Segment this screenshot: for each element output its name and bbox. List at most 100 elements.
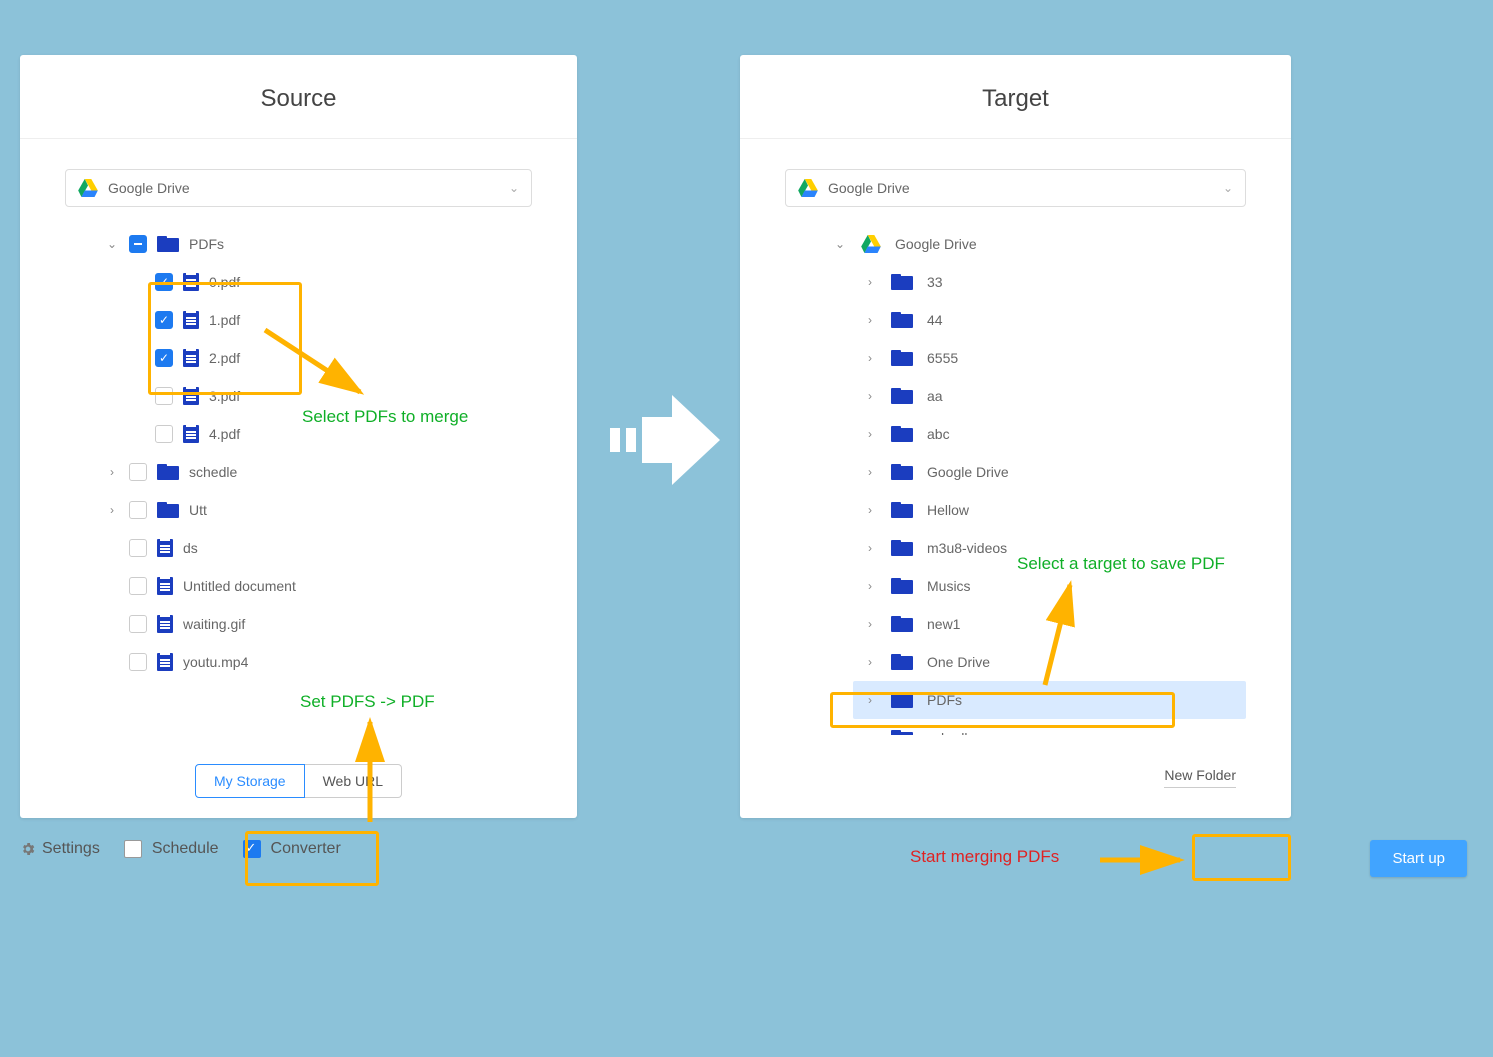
- file-icon: [183, 273, 199, 291]
- chevron-right-icon[interactable]: ›: [863, 541, 877, 555]
- folder-label: 44: [927, 312, 943, 328]
- tree-folder[interactable]: ›Hellow: [853, 491, 1246, 529]
- target-panel: Target Google Drive ⌄ ⌄ Google Drive ›33…: [740, 55, 1291, 818]
- annotation-arrow-icon: [1095, 845, 1190, 875]
- tree-folder[interactable]: › One Drive: [853, 643, 1246, 681]
- tree-root[interactable]: ⌄ Google Drive: [823, 225, 1246, 263]
- tree-folder[interactable]: ›aa: [853, 377, 1246, 415]
- new-folder-link[interactable]: New Folder: [1164, 767, 1236, 788]
- checkbox[interactable]: [129, 539, 147, 557]
- chevron-right-icon[interactable]: ›: [863, 579, 877, 593]
- chevron-down-icon[interactable]: ⌄: [833, 237, 847, 251]
- tree-folder-pdfs[interactable]: ⌄ PDFs: [105, 225, 532, 263]
- target-tree: ⌄ Google Drive ›33›44›6555›aa›abc›Google…: [785, 225, 1246, 735]
- checkbox[interactable]: ✓: [155, 349, 173, 367]
- checkbox[interactable]: [155, 387, 173, 405]
- folder-label: schedle: [189, 464, 237, 480]
- tree-folder[interactable]: › PDFs: [853, 681, 1246, 719]
- converter-label: Converter: [271, 840, 341, 858]
- checkbox[interactable]: ✓: [155, 311, 173, 329]
- folder-icon: [891, 388, 913, 404]
- folder-label: One Drive: [927, 654, 990, 670]
- file-icon: [157, 615, 173, 633]
- folder-label: PDFs: [927, 692, 962, 708]
- tree-file[interactable]: waiting.gif: [105, 605, 532, 643]
- checkbox[interactable]: ✓: [155, 273, 173, 291]
- folder-label: Utt: [189, 502, 207, 518]
- schedule-toggle[interactable]: Schedule: [124, 840, 219, 858]
- annotation-text: Start merging PDFs: [910, 847, 1059, 867]
- chevron-down-icon[interactable]: ⌄: [105, 237, 119, 251]
- chevron-down-icon: ⌄: [1223, 181, 1233, 195]
- tree-folder[interactable]: › schedle: [853, 719, 1246, 735]
- checkbox[interactable]: [129, 501, 147, 519]
- file-label: youtu.mp4: [183, 654, 248, 670]
- source-tree: ⌄ PDFs ✓ 0.pdf ✓ 1.pdf: [65, 225, 532, 681]
- chevron-right-icon[interactable]: ›: [863, 465, 877, 479]
- chevron-right-icon[interactable]: ›: [863, 731, 877, 735]
- tab-my-storage[interactable]: My Storage: [195, 764, 305, 798]
- tree-folder[interactable]: › schedle: [105, 453, 532, 491]
- target-drive-select[interactable]: Google Drive ⌄: [785, 169, 1246, 207]
- target-drive-label: Google Drive: [828, 180, 910, 196]
- folder-label: schedle: [927, 730, 975, 735]
- annotation-text: Set PDFS -> PDF: [300, 692, 435, 712]
- tree-file[interactable]: youtu.mp4: [105, 643, 532, 681]
- chevron-right-icon[interactable]: ›: [863, 351, 877, 365]
- tree-folder[interactable]: › 33: [853, 263, 1246, 301]
- tree-folder[interactable]: › Utt: [105, 491, 532, 529]
- checkbox[interactable]: [129, 577, 147, 595]
- folder-label: PDFs: [189, 236, 224, 252]
- folder-icon: [891, 616, 913, 632]
- folder-label: 6555: [927, 350, 958, 366]
- chevron-right-icon[interactable]: ›: [863, 313, 877, 327]
- tree-folder[interactable]: ›new1: [853, 605, 1246, 643]
- chevron-right-icon[interactable]: ›: [863, 389, 877, 403]
- tree-file[interactable]: ✓ 1.pdf: [131, 301, 532, 339]
- tree-folder[interactable]: › 44: [853, 301, 1246, 339]
- chevron-right-icon[interactable]: ›: [863, 693, 877, 707]
- chevron-right-icon[interactable]: ›: [105, 465, 119, 479]
- file-icon: [157, 539, 173, 557]
- checkbox[interactable]: [155, 425, 173, 443]
- tree-file[interactable]: ✓ 0.pdf: [131, 263, 532, 301]
- tree-folder[interactable]: › Google Drive: [853, 453, 1246, 491]
- tree-file[interactable]: ds: [105, 529, 532, 567]
- folder-icon: [891, 426, 913, 442]
- chevron-right-icon[interactable]: ›: [863, 617, 877, 631]
- folder-icon: [891, 540, 913, 556]
- folder-icon: [891, 312, 913, 328]
- checkbox[interactable]: [129, 463, 147, 481]
- tree-folder[interactable]: › 6555: [853, 339, 1246, 377]
- tree-file[interactable]: Untitled document: [105, 567, 532, 605]
- folder-label: 33: [927, 274, 943, 290]
- folder-label: Google Drive: [927, 464, 1009, 480]
- file-icon: [157, 653, 173, 671]
- folder-icon: [891, 274, 913, 290]
- tree-folder[interactable]: ›abc: [853, 415, 1246, 453]
- checkbox[interactable]: [129, 615, 147, 633]
- chevron-right-icon[interactable]: ›: [863, 655, 877, 669]
- checkbox[interactable]: [124, 840, 142, 858]
- startup-button[interactable]: Start up: [1370, 840, 1467, 877]
- source-drive-select[interactable]: Google Drive ⌄: [65, 169, 532, 207]
- source-location-tabs: My Storage Web URL: [20, 764, 577, 798]
- converter-toggle[interactable]: Converter: [243, 840, 341, 858]
- chevron-right-icon[interactable]: ›: [863, 427, 877, 441]
- google-drive-icon: [798, 179, 818, 197]
- file-label: 4.pdf: [209, 426, 240, 442]
- file-label: 2.pdf: [209, 350, 240, 366]
- tab-web-url[interactable]: Web URL: [305, 764, 402, 798]
- chevron-down-icon: ⌄: [509, 181, 519, 195]
- file-label: Untitled document: [183, 578, 296, 594]
- chevron-right-icon[interactable]: ›: [863, 275, 877, 289]
- annotation-text: Select a target to save PDF: [1017, 554, 1225, 574]
- chevron-right-icon[interactable]: ›: [105, 503, 119, 517]
- checkbox[interactable]: [243, 840, 261, 858]
- file-label: 3.pdf: [209, 388, 240, 404]
- checkbox[interactable]: [129, 653, 147, 671]
- chevron-right-icon[interactable]: ›: [863, 503, 877, 517]
- settings-link[interactable]: Settings: [20, 840, 100, 858]
- checkbox-partial[interactable]: [129, 235, 147, 253]
- tree-file[interactable]: ✓ 2.pdf: [131, 339, 532, 377]
